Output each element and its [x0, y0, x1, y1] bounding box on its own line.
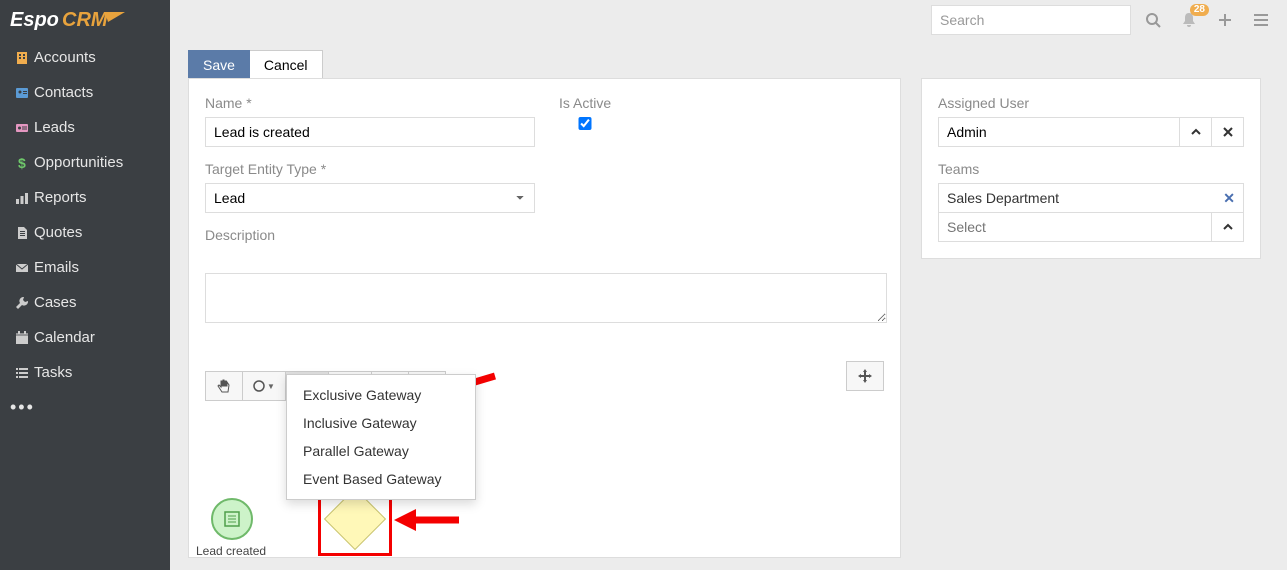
sidebar-item-label: Tasks: [34, 364, 160, 381]
menu-inclusive-gateway[interactable]: Inclusive Gateway: [287, 409, 475, 437]
team-chip: Sales Department ✕: [938, 183, 1244, 213]
sidebar-item-label: Opportunities: [34, 154, 160, 171]
sidebar-item-label: Cases: [34, 294, 160, 311]
topbar: 28: [170, 0, 1287, 40]
search-icon[interactable]: [1139, 6, 1167, 34]
gateway-dropdown-menu: Exclusive Gateway Inclusive Gateway Para…: [286, 374, 476, 500]
menu-icon[interactable]: [1247, 6, 1275, 34]
sidebar-item-label: Emails: [34, 259, 160, 276]
is-active-label: Is Active: [559, 95, 611, 111]
notification-badge: 28: [1190, 4, 1209, 16]
sidebar: EspoCRM Accounts Contacts Leads $ Opportunit…: [0, 0, 170, 570]
tasks-icon: [10, 366, 34, 380]
save-button[interactable]: Save: [188, 50, 250, 80]
name-label: Name *: [205, 95, 535, 111]
svg-text:CRM: CRM: [62, 9, 109, 31]
assigned-user-select-button[interactable]: [1180, 117, 1212, 147]
sidebar-item-label: Reports: [34, 189, 160, 206]
sidebar-item-calendar[interactable]: Calendar: [0, 320, 170, 355]
teams-select-input[interactable]: [938, 212, 1212, 242]
sidebar-item-label: Quotes: [34, 224, 160, 241]
cancel-button[interactable]: Cancel: [250, 50, 323, 80]
wrench-icon: [10, 296, 34, 310]
sidebar-item-leads[interactable]: Leads: [0, 110, 170, 145]
chart-icon: [10, 191, 34, 205]
name-input[interactable]: [205, 117, 535, 147]
bpmn-start-event[interactable]: [211, 498, 253, 540]
building-icon: [10, 51, 34, 65]
side-panel: Assigned User Teams Sales Department ✕: [921, 78, 1261, 259]
assigned-user-input[interactable]: [938, 117, 1180, 147]
teams-select-button[interactable]: [1212, 212, 1244, 242]
app-logo[interactable]: EspoCRM: [0, 0, 170, 40]
sidebar-item-reports[interactable]: Reports: [0, 180, 170, 215]
sidebar-more[interactable]: •••: [0, 390, 170, 425]
team-chip-remove[interactable]: ✕: [1223, 190, 1235, 207]
tool-event[interactable]: ▼: [242, 371, 286, 401]
assigned-user-label: Assigned User: [938, 95, 1244, 111]
envelope-icon: [10, 261, 34, 275]
bpmn-start-event-label: Lead created: [196, 544, 266, 558]
sidebar-item-opportunities[interactable]: $ Opportunities: [0, 145, 170, 180]
description-textarea[interactable]: [205, 273, 887, 323]
sidebar-item-contacts[interactable]: Contacts: [0, 75, 170, 110]
badge-icon: [10, 121, 34, 135]
menu-parallel-gateway[interactable]: Parallel Gateway: [287, 437, 475, 465]
sidebar-item-label: Leads: [34, 119, 160, 136]
file-icon: [10, 226, 34, 240]
description-label: Description: [205, 227, 884, 243]
sidebar-item-cases[interactable]: Cases: [0, 285, 170, 320]
teams-label: Teams: [938, 161, 1244, 177]
sidebar-item-label: Calendar: [34, 329, 160, 346]
sidebar-item-label: Accounts: [34, 49, 160, 66]
menu-event-based-gateway[interactable]: Event Based Gateway: [287, 465, 475, 493]
menu-exclusive-gateway[interactable]: Exclusive Gateway: [287, 381, 475, 409]
svg-text:Espo: Espo: [10, 9, 59, 31]
target-entity-label: Target Entity Type *: [205, 161, 535, 177]
global-search-input[interactable]: [931, 5, 1131, 35]
dollar-icon: $: [10, 156, 34, 170]
notifications-icon[interactable]: 28: [1175, 6, 1203, 34]
sidebar-item-label: Contacts: [34, 84, 160, 101]
assigned-user-clear-button[interactable]: [1212, 117, 1244, 147]
sidebar-item-accounts[interactable]: Accounts: [0, 40, 170, 75]
quick-create-icon[interactable]: [1211, 6, 1239, 34]
id-card-icon: [10, 86, 34, 100]
tool-move-canvas[interactable]: [846, 361, 884, 391]
sidebar-item-tasks[interactable]: Tasks: [0, 355, 170, 390]
tool-hand[interactable]: [205, 371, 243, 401]
sidebar-item-quotes[interactable]: Quotes: [0, 215, 170, 250]
target-entity-select[interactable]: Lead: [205, 183, 535, 213]
calendar-icon: [10, 331, 34, 345]
team-chip-label: Sales Department: [947, 190, 1223, 206]
action-bar: Save Cancel: [188, 50, 323, 80]
svg-text:$: $: [18, 156, 26, 170]
is-active-checkbox[interactable]: [559, 117, 611, 130]
sidebar-item-emails[interactable]: Emails: [0, 250, 170, 285]
